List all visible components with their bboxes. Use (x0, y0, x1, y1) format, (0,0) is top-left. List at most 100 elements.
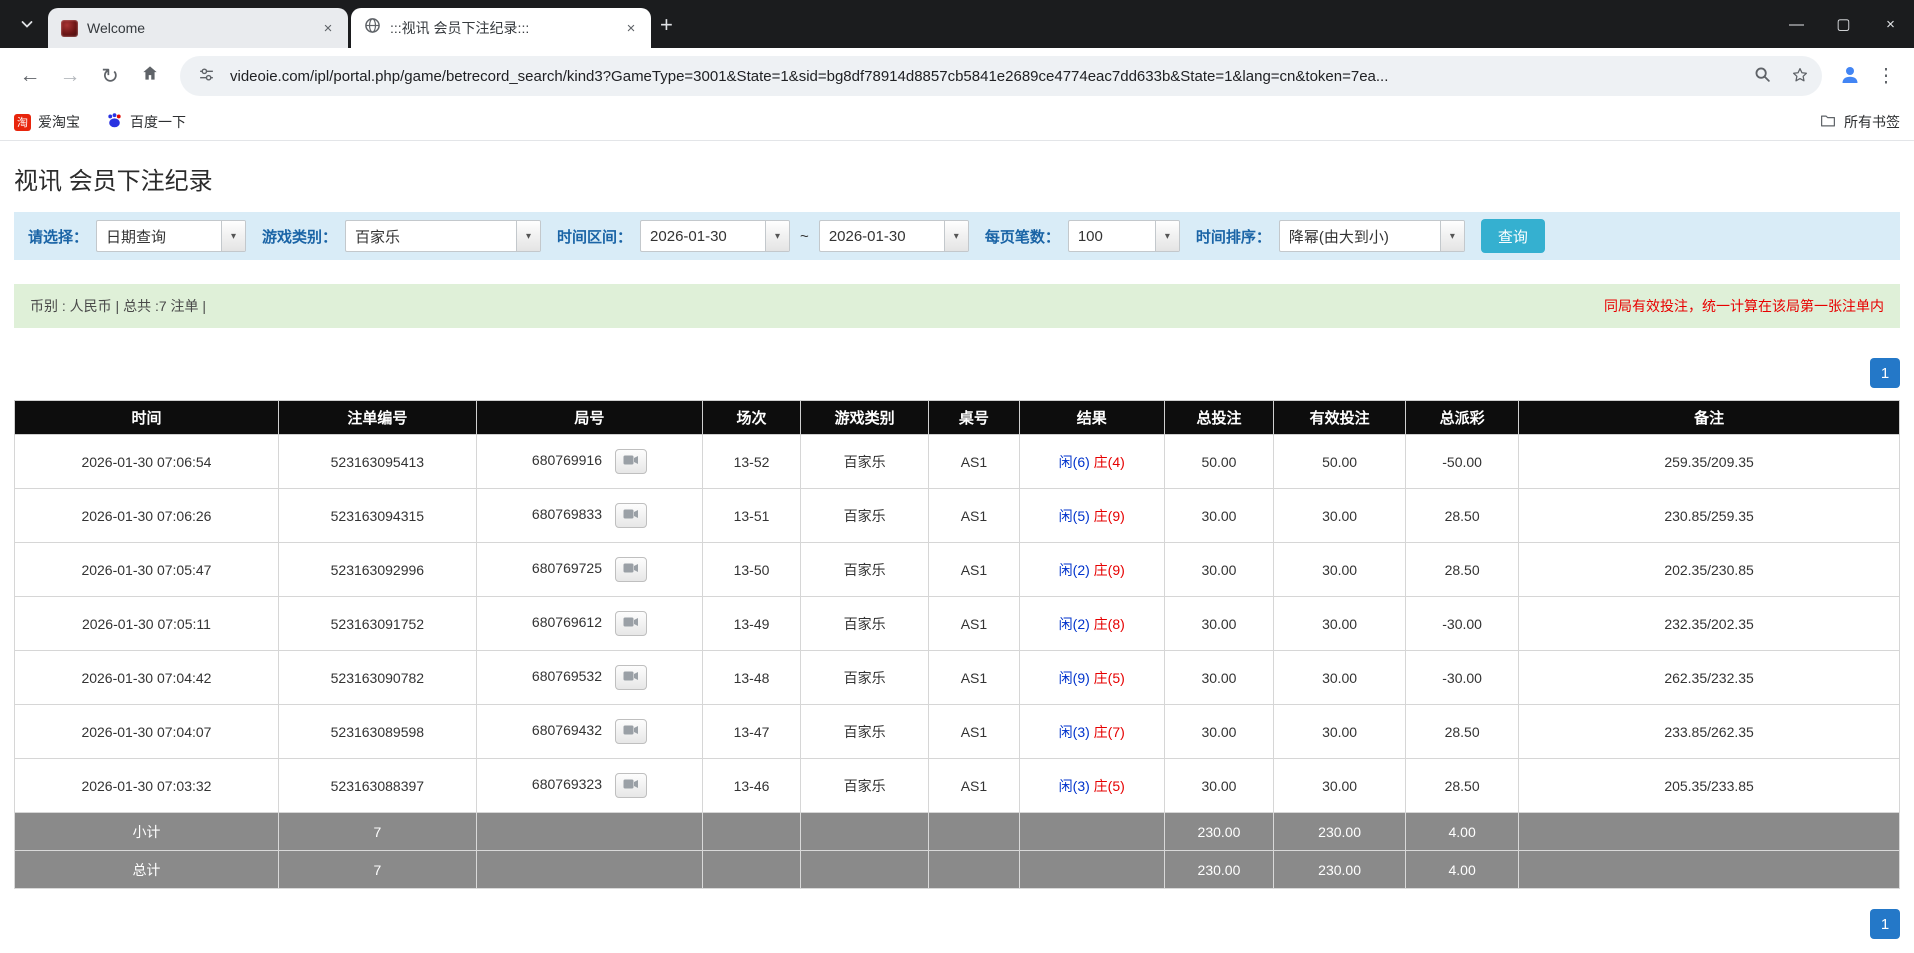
round-number: 680769323 (532, 776, 602, 792)
cell-session: 13-46 (703, 759, 801, 813)
video-replay-button[interactable] (615, 665, 647, 690)
sort-order-select[interactable]: 降幂(由大到小) ▾ (1279, 220, 1465, 252)
cell-payout: -30.00 (1406, 651, 1519, 705)
summary-bar: 币别 : 人民币 | 总共 :7 注单 | 同局有效投注，统一计算在该局第一张注… (14, 284, 1900, 328)
subtotal-total-bet: 230.00 (1164, 813, 1273, 851)
video-replay-button[interactable] (615, 719, 647, 744)
cell-valid-bet: 30.00 (1274, 705, 1406, 759)
game-favicon-icon (61, 20, 78, 37)
cell-result: 闲(3) 庄(7) (1019, 705, 1164, 759)
cell-total-bet[interactable]: 30.00 (1164, 597, 1273, 651)
cell-total-bet[interactable]: 50.00 (1164, 435, 1273, 489)
cell-total-bet[interactable]: 30.00 (1164, 651, 1273, 705)
video-replay-button[interactable] (615, 449, 647, 474)
cell-valid-bet: 50.00 (1274, 435, 1406, 489)
video-replay-button[interactable] (615, 557, 647, 582)
bet-records-table: 时间 注单编号 局号 场次 游戏类别 桌号 结果 总投注 有效投注 总派彩 备注… (14, 400, 1900, 889)
tab-close-button[interactable]: × (318, 18, 338, 38)
mode-select[interactable]: 日期查询 ▾ (96, 220, 246, 252)
table-body: 2026-01-30 07:06:54 523163095413 6807699… (15, 435, 1900, 813)
cell-total-bet[interactable]: 30.00 (1164, 705, 1273, 759)
cell-total-bet[interactable]: 30.00 (1164, 759, 1273, 813)
dropdown-arrow-icon: ▾ (1440, 221, 1464, 251)
col-table-no: 桌号 (929, 401, 1019, 435)
result-player: 闲(5) (1059, 508, 1090, 524)
round-number: 680769725 (532, 560, 602, 576)
bookmark-label: 爱淘宝 (38, 112, 80, 132)
date-to-value: 2026-01-30 (820, 221, 944, 251)
bookmark-baidu[interactable]: 百度一下 (106, 112, 186, 132)
kebab-menu-icon: ⋮ (1877, 65, 1896, 88)
cell-round: 680769916 (476, 435, 702, 489)
result-player: 闲(3) (1059, 778, 1090, 794)
video-camera-icon (623, 454, 639, 469)
baidu-paw-icon (106, 112, 123, 132)
cell-result: 闲(2) 庄(9) (1019, 543, 1164, 597)
subtotal-count: 7 (278, 813, 476, 851)
video-replay-button[interactable] (615, 611, 647, 636)
address-bar[interactable]: videoie.com/ipl/portal.php/game/betrecor… (180, 56, 1822, 96)
tab-close-button[interactable]: × (621, 18, 641, 38)
bookmark-label: 百度一下 (130, 112, 186, 132)
round-number: 680769612 (532, 614, 602, 630)
cell-table-no: AS1 (929, 435, 1019, 489)
result-banker: 庄(5) (1094, 778, 1125, 794)
game-type-select[interactable]: 百家乐 ▾ (345, 220, 541, 252)
cell-bet-id: 523163090782 (278, 651, 476, 705)
home-button[interactable] (130, 56, 170, 96)
cell-result: 闲(9) 庄(5) (1019, 651, 1164, 705)
window-close-button[interactable]: × (1867, 0, 1914, 48)
cell-time: 2026-01-30 07:06:26 (15, 489, 279, 543)
cell-session: 13-52 (703, 435, 801, 489)
video-replay-button[interactable] (615, 773, 647, 798)
cell-game-type: 百家乐 (801, 543, 929, 597)
browser-menu-button[interactable]: ⋮ (1868, 58, 1904, 94)
forward-button[interactable]: → (50, 56, 90, 96)
browser-toolbar: ← → ↻ videoie.com/ipl/portal.php/game/be… (0, 48, 1914, 104)
cell-time: 2026-01-30 07:04:42 (15, 651, 279, 705)
result-banker: 庄(4) (1094, 454, 1125, 470)
tab-strip: Welcome × :::视讯 会员下注纪录::: × + — ▢ × (0, 0, 1914, 48)
cell-payout: -50.00 (1406, 435, 1519, 489)
cell-total-bet[interactable]: 30.00 (1164, 489, 1273, 543)
all-bookmarks-button[interactable]: 所有书签 (1819, 112, 1900, 133)
cell-valid-bet: 30.00 (1274, 759, 1406, 813)
minimize-button[interactable]: — (1773, 0, 1820, 48)
page-button-1[interactable]: 1 (1870, 909, 1900, 939)
cell-result: 闲(2) 庄(8) (1019, 597, 1164, 651)
back-icon: ← (20, 64, 41, 88)
cell-session: 13-47 (703, 705, 801, 759)
profile-button[interactable] (1832, 58, 1868, 94)
result-player: 闲(2) (1059, 616, 1090, 632)
plus-icon: + (660, 12, 673, 37)
taobao-icon: 淘 (14, 114, 31, 131)
video-camera-icon (623, 562, 639, 577)
cell-total-bet[interactable]: 30.00 (1164, 543, 1273, 597)
zoom-button[interactable] (1748, 62, 1776, 90)
tab-welcome[interactable]: Welcome × (48, 8, 348, 48)
search-button[interactable]: 查询 (1481, 219, 1545, 253)
site-info-button[interactable] (192, 62, 220, 90)
page-size-select[interactable]: 100 ▾ (1068, 220, 1180, 252)
zoom-icon (1754, 66, 1771, 86)
date-from-select[interactable]: 2026-01-30 ▾ (640, 220, 790, 252)
video-replay-button[interactable] (615, 503, 647, 528)
back-button[interactable]: ← (10, 56, 50, 96)
table-row: 2026-01-30 07:04:42 523163090782 6807695… (15, 651, 1900, 705)
bookmarks-bar: 淘 爱淘宝 百度一下 所有书签 (0, 104, 1914, 141)
cell-game-type: 百家乐 (801, 489, 929, 543)
tab-bet-record[interactable]: :::视讯 会员下注纪录::: × (351, 8, 651, 48)
tab-search-button[interactable] (12, 10, 42, 40)
page-button-1[interactable]: 1 (1870, 358, 1900, 388)
folder-icon (1819, 112, 1837, 133)
maximize-button[interactable]: ▢ (1820, 0, 1867, 48)
new-tab-button[interactable]: + (660, 14, 673, 36)
window-controls: — ▢ × (1773, 0, 1914, 48)
cell-result: 闲(5) 庄(9) (1019, 489, 1164, 543)
bookmark-aitaobao[interactable]: 淘 爱淘宝 (14, 112, 80, 132)
refresh-button[interactable]: ↻ (90, 56, 130, 96)
table-row: 2026-01-30 07:06:54 523163095413 6807699… (15, 435, 1900, 489)
bookmark-star-button[interactable] (1786, 62, 1814, 90)
time-range-label: 时间区间： (557, 226, 632, 247)
date-to-select[interactable]: 2026-01-30 ▾ (819, 220, 969, 252)
